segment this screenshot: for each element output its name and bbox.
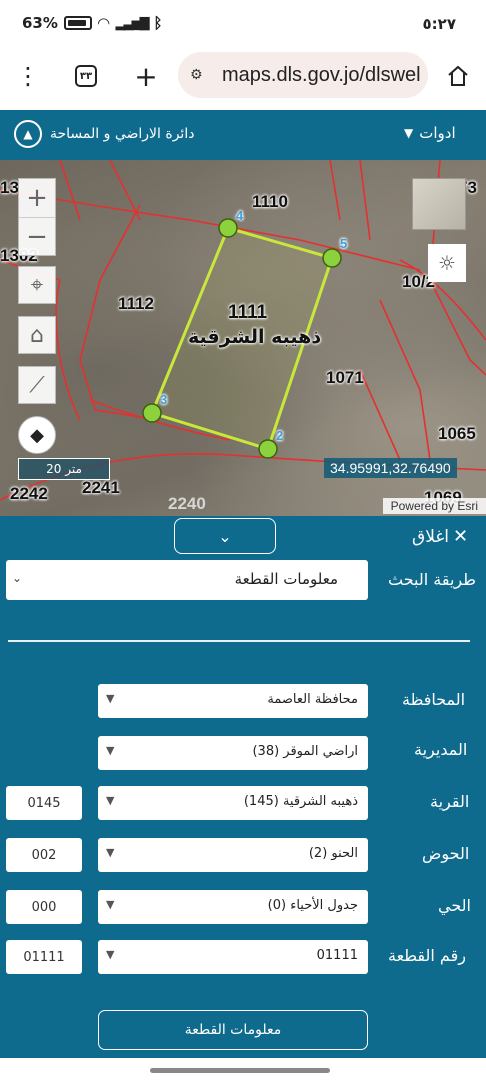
governorate-label: المحافظة: [402, 690, 466, 709]
app-title: دائرة الاراضي و المساحة: [50, 126, 195, 142]
tabs-button[interactable]: ٣٣: [68, 58, 104, 94]
basin-label: الحوض: [422, 844, 470, 863]
parcel-label: 2240: [168, 494, 206, 513]
chevron-down-icon: ⌄: [218, 526, 232, 546]
wifi-icon: ◠: [97, 14, 110, 32]
chevron-down-icon: ⌄: [12, 571, 23, 585]
status-bar: 63% ◠ ▂▃▅▇ ᛒ ٥:٢٧: [0, 0, 486, 48]
close-panel-button[interactable]: اغلاق ✕: [412, 526, 468, 547]
dls-logo-icon: ▲: [14, 120, 42, 148]
basin-value: الحنو (2): [308, 846, 358, 861]
vertex-label: 2: [276, 428, 284, 443]
tools-menu-button[interactable]: ▼ ادوات: [404, 124, 456, 142]
governorate-value: محافظة العاصمة: [267, 692, 358, 707]
zoom-in-button[interactable]: +: [19, 179, 55, 217]
zoom-out-button[interactable]: −: [19, 217, 55, 255]
search-method-label: طريقة البحث: [388, 570, 476, 589]
caret-down-icon: ▼: [106, 846, 115, 859]
status-left: 63% ◠ ▂▃▅▇ ᛒ: [22, 14, 162, 32]
caret-down-icon: ▼: [106, 692, 115, 705]
close-label: اغلاق: [412, 526, 449, 547]
home-gesture-bar[interactable]: [150, 1068, 330, 1073]
bluetooth-icon: ᛒ: [153, 14, 163, 32]
caret-down-icon: ▼: [106, 744, 115, 757]
search-method-value: معلومات القطعة: [234, 570, 338, 588]
basin-code-input[interactable]: 002: [6, 838, 82, 872]
vertex-label: 5: [340, 236, 348, 251]
compass-icon[interactable]: ◆: [18, 416, 56, 454]
brand: ▲ دائرة الاراضي و المساحة: [14, 120, 194, 148]
home-icon[interactable]: [440, 58, 476, 94]
village-select[interactable]: ▼ ذهيبه الشرقية (145): [98, 786, 368, 820]
parcel-label: 1110: [252, 192, 288, 211]
new-tab-icon[interactable]: +: [128, 58, 164, 94]
measure-icon[interactable]: ⟋: [18, 366, 56, 404]
village-code-input[interactable]: 0145: [6, 786, 82, 820]
sun-icon[interactable]: ☼: [428, 244, 466, 282]
battery-icon: [63, 16, 92, 30]
parcel-number-value: 01111: [316, 948, 358, 963]
tab-count: ٣٣: [75, 65, 97, 87]
parcel-number-label: رقم القطعة: [388, 946, 466, 965]
app-header: ▲ دائرة الاراضي و المساحة ▼ ادوات: [0, 110, 486, 160]
neighborhood-label: الحي: [438, 896, 471, 915]
parcel-label: 2241: [82, 478, 120, 497]
clock: ٥:٢٧: [422, 15, 456, 33]
basemap-toggle[interactable]: [412, 178, 466, 230]
directorate-select[interactable]: ▼ اراضي الموقر (38): [98, 736, 368, 770]
parcel-label: 1112: [118, 294, 154, 313]
parcel-number-select[interactable]: ▼ 01111: [98, 940, 368, 974]
esri-attribution: Powered by Esri: [382, 498, 486, 514]
governorate-select[interactable]: ▼ محافظة العاصمة: [98, 684, 368, 718]
parcel-label-selected: 1111: [228, 302, 268, 323]
site-settings-icon[interactable]: ⚙: [190, 67, 212, 83]
parcel-number-input[interactable]: 01111: [6, 940, 82, 974]
parcel-label: 1071: [326, 368, 364, 387]
vertex-label: 4: [236, 208, 244, 223]
village-value: ذهيبه الشرقية (145): [243, 794, 358, 809]
browser-toolbar: ⋮ ٣٣ + ⚙ maps.dls.gov.jo/dlswel: [0, 48, 486, 110]
coordinates-readout: 34.95991,32.76490: [324, 458, 457, 478]
vertex-label: 3: [160, 392, 168, 407]
directorate-value: اراضي الموقر (38): [252, 744, 358, 759]
search-method-select[interactable]: ⌄ معلومات القطعة: [6, 560, 368, 600]
parcel-info-button[interactable]: معلومات القطعة: [98, 1010, 368, 1050]
divider: [8, 640, 470, 642]
collapse-panel-button[interactable]: ⌄: [174, 518, 276, 554]
chevron-down-icon: ▼: [404, 126, 414, 140]
close-icon: ✕: [452, 526, 469, 547]
caret-down-icon: ▼: [106, 898, 115, 911]
neighborhood-value: جدول الأحياء (0): [267, 898, 358, 913]
village-label: القرية: [430, 792, 470, 811]
signal-icon: ▂▃▅▇: [115, 15, 149, 31]
scale-bar: 20 متر: [18, 458, 110, 480]
system-nav-bar: [0, 1058, 486, 1080]
search-panel: ⌄ اغلاق ✕ ⌄ معلومات القطعة طريقة البحث ا…: [0, 516, 486, 1058]
basin-select[interactable]: ▼ الحنو (2): [98, 838, 368, 872]
neighborhood-select[interactable]: ▼ جدول الأحياء (0): [98, 890, 368, 924]
caret-down-icon: ▼: [106, 794, 115, 807]
battery-percent: 63%: [22, 14, 58, 32]
url-text: maps.dls.gov.jo/dlswel: [222, 63, 421, 86]
parcel-label: 2242: [10, 484, 48, 503]
parcel-name-label: ذهيبه الشرقية: [188, 326, 322, 348]
home-extent-icon[interactable]: ⌂: [18, 316, 56, 354]
zoom-controls: + −: [18, 178, 56, 256]
parcel-label: 1065: [438, 424, 476, 443]
parcel-label: 13: [0, 178, 19, 197]
menu-icon[interactable]: ⋮: [10, 58, 46, 94]
directorate-label: المديرية: [414, 740, 468, 759]
tools-label: ادوات: [419, 124, 456, 142]
map-view[interactable]: 1110 1111 ذهيبه الشرقية 1112 1071 10/2 1…: [0, 160, 486, 516]
caret-down-icon: ▼: [106, 948, 115, 961]
neighborhood-code-input[interactable]: 000: [6, 890, 82, 924]
address-bar[interactable]: ⚙ maps.dls.gov.jo/dlswel: [178, 52, 428, 98]
locate-icon[interactable]: ⌖: [18, 266, 56, 304]
